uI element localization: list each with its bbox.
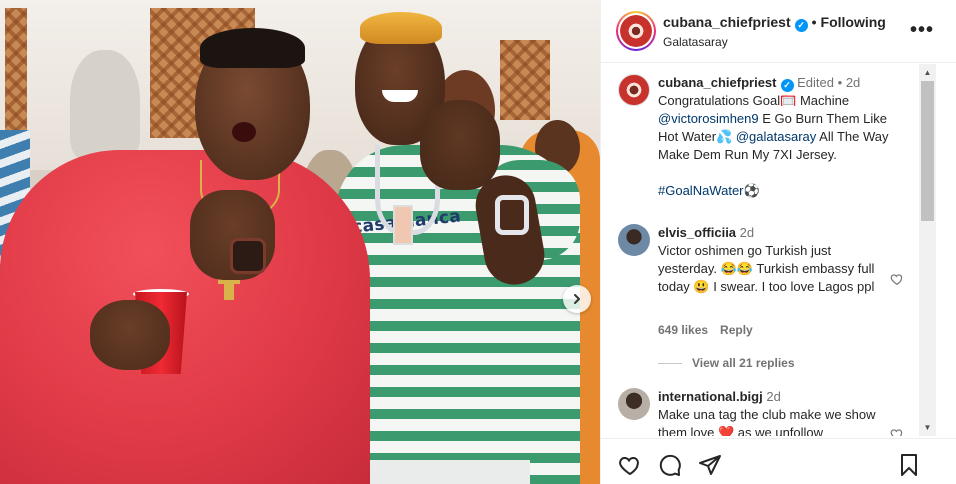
avatar: [620, 15, 652, 47]
share-icon[interactable]: [698, 453, 722, 477]
pendant: [393, 205, 413, 245]
edited-label: Edited: [797, 75, 834, 90]
comment: elvis_officiia 2d Victor oshimen go Turk…: [658, 224, 888, 296]
header-username-row: cubana_chiefpriest ✓ • Following: [663, 14, 886, 32]
shorts: [345, 460, 530, 484]
water-emoji: 💦: [716, 129, 733, 144]
post-action-bar: [601, 438, 956, 484]
comment-actions: 649 likes Reply: [658, 323, 765, 337]
bracelet: [495, 195, 529, 235]
view-replies-button[interactable]: View all 21 replies: [658, 356, 795, 370]
lattice-panel: [500, 40, 550, 120]
comment: international.bigj 2d Make una tag the c…: [658, 388, 888, 436]
verified-icon: ✓: [780, 79, 794, 92]
mention-link[interactable]: @galatasaray: [736, 129, 816, 144]
caption-text: Congratulations Goal: [658, 93, 781, 108]
view-replies-label: View all 21 replies: [692, 356, 795, 370]
comment-text: Victor oshimen go Turkish just yesterday…: [658, 243, 875, 294]
separator: •: [837, 75, 843, 90]
hand: [90, 300, 170, 370]
more-options-icon[interactable]: •••: [910, 20, 934, 40]
scrollbar-thumb[interactable]: [921, 81, 934, 221]
mention-link[interactable]: @victorosimhen9: [658, 111, 759, 126]
ball-emoji: ⚽: [743, 183, 760, 198]
pointing-hand: [420, 100, 500, 190]
scroll-up-arrow[interactable]: ▲: [919, 64, 936, 81]
likes-count[interactable]: 649 likes: [658, 323, 708, 337]
heart-icon[interactable]: [618, 453, 642, 477]
open-mouth: [232, 122, 256, 142]
hair: [200, 28, 305, 68]
comment-text: Make una tag the club make we show them …: [658, 407, 876, 436]
comments-list[interactable]: cubana_chiefpriest ✓ Edited • 2d Congratu…: [601, 64, 941, 436]
caption: cubana_chiefpriest ✓ Edited • 2d Congratu…: [658, 74, 908, 200]
lattice-panel: [5, 8, 27, 138]
comment-username[interactable]: international.bigj: [658, 389, 763, 404]
post-photo[interactable]: casablanca: [0, 0, 600, 484]
heart-icon[interactable]: [890, 427, 904, 436]
scroll-down-arrow[interactable]: ▼: [919, 419, 936, 436]
post-side-panel: cubana_chiefpriest ✓ • Following Galatasara…: [600, 0, 956, 484]
comment-time: 2d: [766, 389, 781, 404]
story-ring-avatar[interactable]: [616, 11, 656, 51]
caption-username[interactable]: cubana_chiefpriest: [658, 75, 777, 90]
blonde-hair: [360, 12, 442, 44]
verified-icon: ✓: [794, 19, 808, 32]
comment-icon[interactable]: [658, 453, 682, 477]
chevron-right-icon: [574, 294, 580, 304]
hashtag-link[interactable]: #GoalNaWater: [658, 183, 744, 198]
divider: [658, 363, 682, 365]
wristwatch: [230, 238, 266, 274]
comment-avatar[interactable]: [618, 388, 650, 420]
comment-time: 2d: [739, 225, 755, 240]
post-header: cubana_chiefpriest ✓ • Following Galatasara…: [601, 0, 956, 63]
save-icon[interactable]: [897, 453, 921, 477]
header-username[interactable]: cubana_chiefpriest: [663, 14, 791, 30]
next-photo-button[interactable]: [563, 285, 591, 313]
comments-scrollbar[interactable]: ▲ ▼: [919, 64, 936, 436]
background-person: [70, 50, 140, 160]
caption-text: Machine: [796, 93, 850, 108]
comment-avatar[interactable]: [618, 224, 650, 256]
reply-button[interactable]: Reply: [720, 323, 753, 337]
following-button[interactable]: Following: [821, 14, 886, 30]
location-link[interactable]: Galatasaray: [663, 35, 728, 49]
goal-emoji: 🥅: [780, 93, 797, 108]
comment-username[interactable]: elvis_officiia: [658, 225, 736, 240]
heart-icon[interactable]: [890, 272, 904, 286]
caption-time: 2d: [845, 75, 861, 90]
separator: •: [811, 14, 817, 30]
caption-avatar[interactable]: [618, 74, 650, 106]
